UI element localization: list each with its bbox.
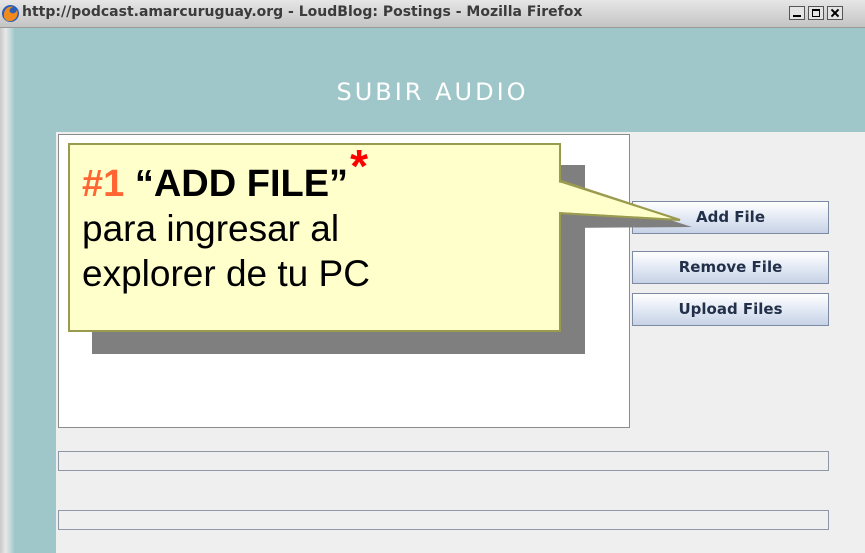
window-title: http://podcast.amarcuruguay.org - LoudBl… [22,4,583,20]
step-number: #1 [82,163,125,205]
remove-file-button[interactable]: Remove File [632,251,829,284]
file-progress-bar [58,451,829,471]
maximize-button[interactable] [808,6,824,20]
callout-text: #1 “ADD FILE”* para ingresar al explorer… [82,143,552,296]
callout-line-2: para ingresar al [82,208,340,249]
page-heading: SUBIR AUDIO [336,78,529,106]
firefox-icon [1,4,20,23]
upload-files-button[interactable]: Upload Files [632,293,829,326]
asterisk-mark: * [350,140,368,192]
total-progress-bar [58,510,829,530]
close-button[interactable] [827,6,843,20]
callout-title-line: #1 “ADD FILE”* [82,143,552,206]
window-title-bar: http://podcast.amarcuruguay.org - LoudBl… [0,0,865,28]
minimize-button[interactable] [789,6,805,20]
callout-title: “ADD FILE” [134,163,349,205]
add-file-button[interactable]: Add File [632,201,829,234]
window-left-border [0,28,14,553]
callout-line-3: explorer de tu PC [82,253,370,294]
